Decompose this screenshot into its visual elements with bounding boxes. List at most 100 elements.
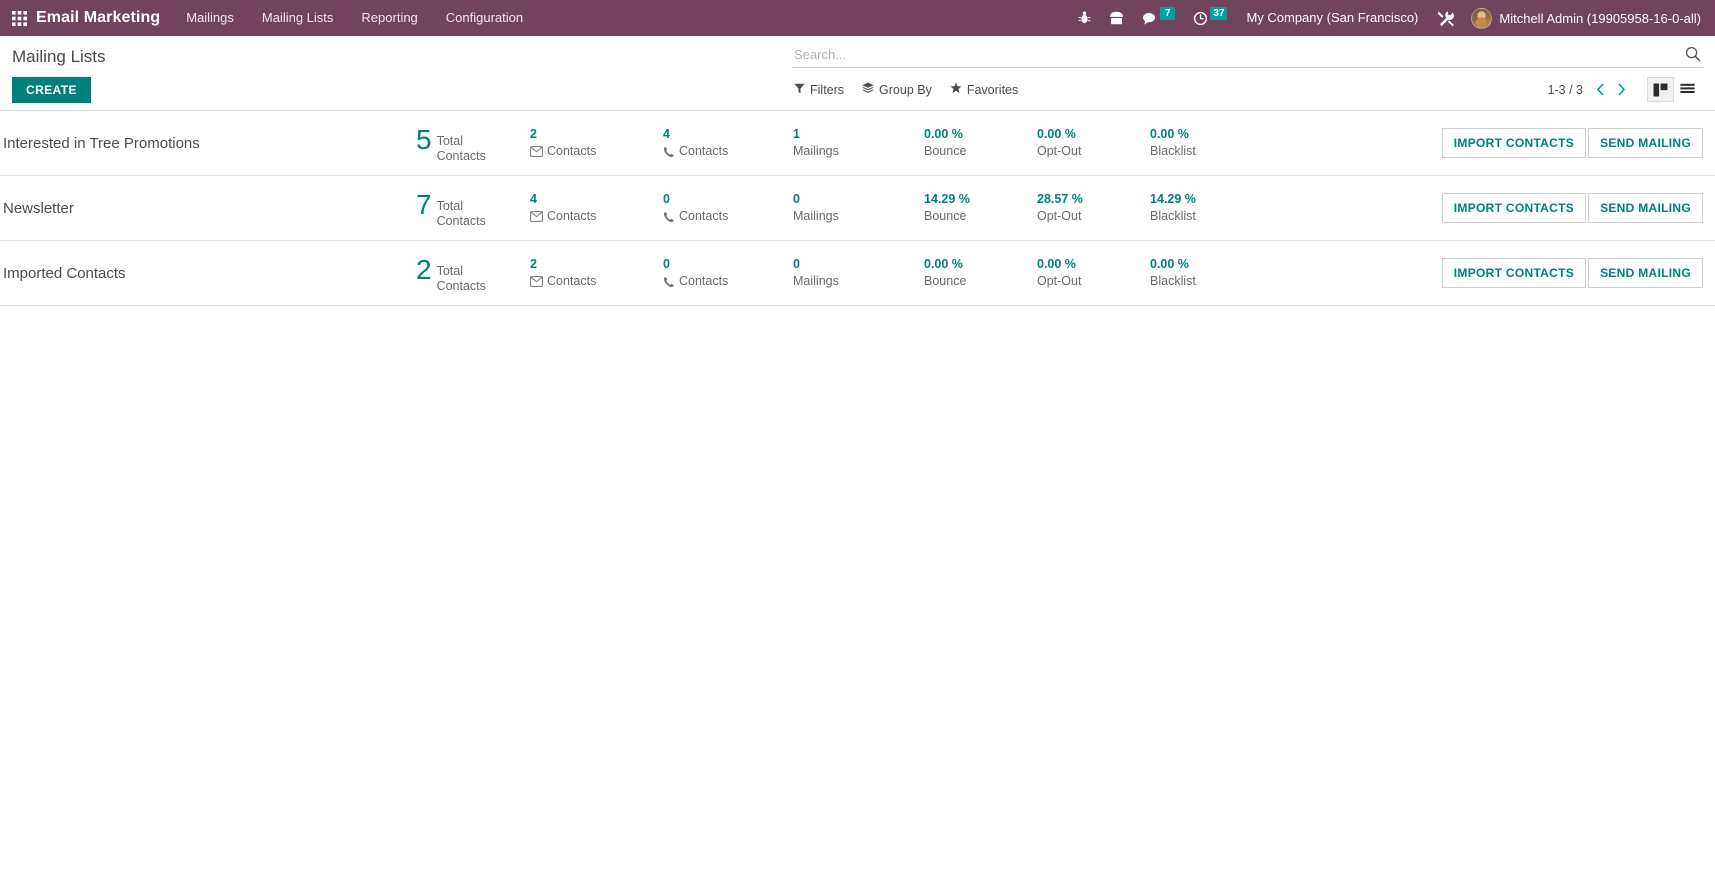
send-mailing-button[interactable]: SEND MAILING xyxy=(1588,193,1703,223)
optout-value: 0.00 % xyxy=(1037,257,1076,271)
stat-mailings[interactable]: 0 Mailings xyxy=(793,192,924,224)
optout-label: Opt-Out xyxy=(1037,144,1082,158)
list-name: Newsletter xyxy=(3,199,74,217)
total-contacts-label: Total Contacts xyxy=(437,264,486,293)
main-menu: Mailings Mailing Lists Reporting Configu… xyxy=(172,0,537,36)
stat-phone-contacts[interactable]: 0 Contacts xyxy=(663,192,793,224)
import-contacts-button[interactable]: IMPORT CONTACTS xyxy=(1441,258,1587,288)
stat-optout: 0.00 % Opt-Out xyxy=(1037,127,1150,159)
total-contacts-value: 7 xyxy=(416,189,432,220)
blacklist-label: Blacklist xyxy=(1150,144,1196,158)
search-tools: Filters Group By Favorites 1-3 / 3 xyxy=(792,68,1703,110)
optout-label: Opt-Out xyxy=(1037,209,1082,223)
total-label-line2: Contacts xyxy=(436,148,486,163)
total-label-line1: Total xyxy=(436,134,463,148)
view-switcher xyxy=(1647,77,1701,102)
stat-email-contacts[interactable]: 2 Contacts xyxy=(530,127,663,159)
blacklist-value: 14.29 % xyxy=(1150,192,1196,206)
bounce-value: 0.00 % xyxy=(924,257,963,271)
favorites-button[interactable]: Favorites xyxy=(950,82,1018,97)
user-name-label: Mitchell Admin (19905958-16-0-all) xyxy=(1499,10,1701,26)
import-contacts-button[interactable]: IMPORT CONTACTS xyxy=(1441,193,1587,223)
optout-value: 0.00 % xyxy=(1037,127,1076,141)
email-contacts-value: 4 xyxy=(530,192,537,206)
control-panel-left: Mailing Lists CREATE xyxy=(12,36,792,103)
list-view-button[interactable] xyxy=(1674,77,1701,102)
stat-phone-contacts[interactable]: 4 Contacts xyxy=(663,127,793,159)
menu-item-mailings[interactable]: Mailings xyxy=(172,0,248,36)
filters-label: Filters xyxy=(810,82,845,97)
group-by-layers-icon xyxy=(862,82,874,97)
filter-funnel-icon xyxy=(794,83,805,97)
create-button[interactable]: CREATE xyxy=(12,77,91,103)
pager-count[interactable]: 1-3 / 3 xyxy=(1548,83,1583,97)
user-menu[interactable]: Mitchell Admin (19905958-16-0-all) xyxy=(1463,7,1705,29)
stat-total-contacts[interactable]: 2 Total Contacts xyxy=(380,253,530,293)
total-label-line1: Total xyxy=(436,264,463,278)
row-actions: IMPORT CONTACTS SEND MAILING xyxy=(1441,128,1703,158)
mailings-label: Mailings xyxy=(793,144,839,158)
stat-email-contacts[interactable]: 2 Contacts xyxy=(530,257,663,289)
stat-optout: 0.00 % Opt-Out xyxy=(1037,257,1150,289)
blacklist-label: Blacklist xyxy=(1150,274,1196,288)
row-actions: IMPORT CONTACTS SEND MAILING xyxy=(1441,258,1703,288)
wrench-tools-icon[interactable] xyxy=(1428,0,1463,36)
phone-voip-icon[interactable] xyxy=(1100,0,1133,36)
stat-blacklist: 14.29 % Blacklist xyxy=(1150,192,1250,224)
stat-total-contacts[interactable]: 7 Total Contacts xyxy=(380,188,530,228)
stat-optout: 28.57 % Opt-Out xyxy=(1037,192,1150,224)
group-by-button[interactable]: Group By xyxy=(862,82,932,97)
table-row[interactable]: Interested in Tree Promotions 5 Total Co… xyxy=(0,111,1715,176)
filters-button[interactable]: Filters xyxy=(794,83,844,97)
table-row[interactable]: Imported Contacts 2 Total Contacts 2 Con… xyxy=(0,241,1715,306)
total-label-line2: Contacts xyxy=(436,213,486,228)
stat-bounce: 14.29 % Bounce xyxy=(924,192,1037,224)
phone-contacts-value: 0 xyxy=(663,257,670,271)
kanban-view-button[interactable] xyxy=(1647,77,1674,102)
phone-contacts-text: Contacts xyxy=(679,144,729,158)
stat-mailings[interactable]: 1 Mailings xyxy=(793,127,924,159)
bug-icon[interactable] xyxy=(1069,0,1100,36)
stat-total-contacts[interactable]: 5 Total Contacts xyxy=(380,123,530,163)
chevron-right-icon[interactable] xyxy=(1612,80,1631,99)
total-contacts-label: Total Contacts xyxy=(437,134,486,163)
table-row[interactable]: Newsletter 7 Total Contacts 4 Contacts 0… xyxy=(0,176,1715,241)
mailings-label: Mailings xyxy=(793,274,839,288)
email-contacts-value: 2 xyxy=(530,127,537,141)
phone-icon xyxy=(663,276,675,288)
mailings-value: 0 xyxy=(793,192,800,206)
phone-contacts-text: Contacts xyxy=(679,209,729,223)
search-icon[interactable] xyxy=(1679,46,1701,62)
send-mailing-button[interactable]: SEND MAILING xyxy=(1588,128,1703,158)
optout-label: Opt-Out xyxy=(1037,274,1082,288)
import-contacts-button[interactable]: IMPORT CONTACTS xyxy=(1441,128,1587,158)
systray: 7 37 xyxy=(1069,0,1236,36)
mailings-label: Mailings xyxy=(793,209,839,223)
stat-mailings[interactable]: 0 Mailings xyxy=(793,257,924,289)
search-bar[interactable] xyxy=(792,42,1703,68)
control-panel-right: Filters Group By xyxy=(792,36,1703,110)
star-icon xyxy=(950,82,962,97)
menu-item-mailing-lists[interactable]: Mailing Lists xyxy=(248,0,348,36)
search-input[interactable] xyxy=(794,46,1679,62)
stat-email-contacts[interactable]: 4 Contacts xyxy=(530,192,663,224)
company-switcher[interactable]: My Company (San Francisco) xyxy=(1236,0,1428,36)
email-contacts-text: Contacts xyxy=(547,209,597,223)
activities-clock-icon[interactable]: 37 xyxy=(1184,0,1236,36)
favorites-label: Favorites xyxy=(966,82,1019,97)
apps-grid-icon[interactable] xyxy=(6,5,32,31)
app-brand-title[interactable]: Email Marketing xyxy=(36,9,160,27)
row-actions: IMPORT CONTACTS SEND MAILING xyxy=(1441,193,1703,223)
email-contacts-label: Contacts xyxy=(530,209,663,224)
phone-contacts-label: Contacts xyxy=(663,144,793,159)
total-contacts-value: 2 xyxy=(416,254,432,285)
messages-icon[interactable]: 7 xyxy=(1133,0,1184,36)
chevron-left-icon[interactable] xyxy=(1591,80,1610,99)
menu-item-configuration[interactable]: Configuration xyxy=(432,0,537,36)
menu-item-reporting[interactable]: Reporting xyxy=(347,0,431,36)
send-mailing-button[interactable]: SEND MAILING xyxy=(1588,258,1703,288)
control-panel-row: Mailing Lists CREATE Search... Filters G… xyxy=(0,36,1715,110)
avatar xyxy=(1471,7,1493,29)
stat-phone-contacts[interactable]: 0 Contacts xyxy=(663,257,793,289)
phone-contacts-value: 4 xyxy=(663,127,670,141)
